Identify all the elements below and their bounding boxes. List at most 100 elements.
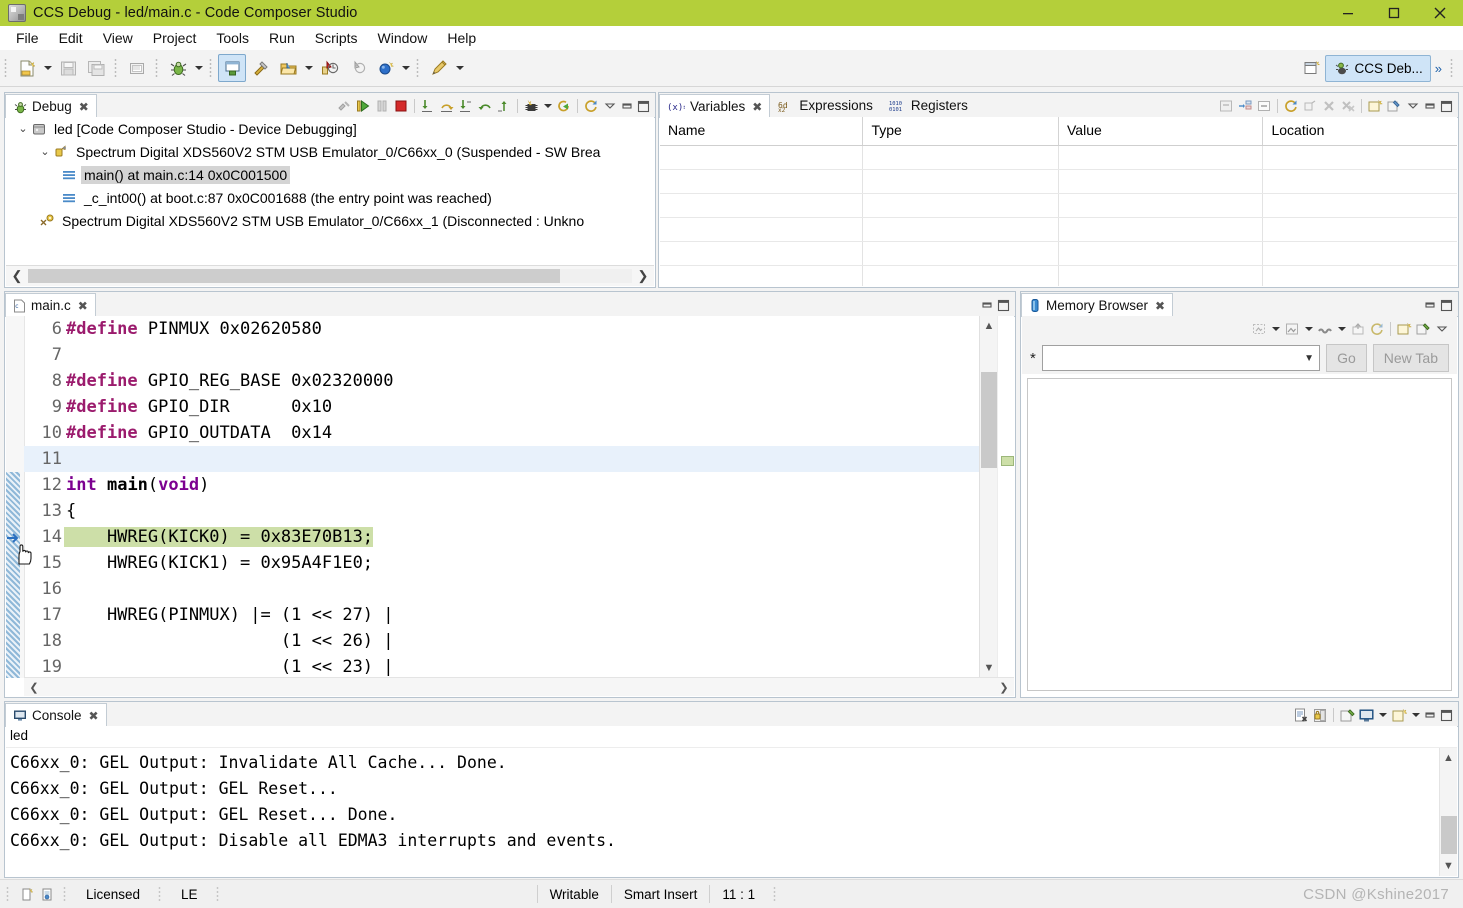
code-line[interactable]: 7: [24, 342, 980, 368]
editor-vertical-scrollbar[interactable]: ▲ ▼: [979, 316, 998, 678]
table-row[interactable]: [660, 146, 1457, 170]
new-view-icon[interactable]: [1395, 320, 1413, 338]
assembly-step-button[interactable]: [495, 97, 513, 115]
toolbar-grip-5[interactable]: [415, 57, 422, 79]
target-config-icon[interactable]: [37, 887, 57, 902]
lock-icon[interactable]: [1311, 706, 1329, 724]
maximize-view-button[interactable]: [996, 297, 1011, 313]
memory-save-dropdown-caret[interactable]: [1302, 316, 1315, 342]
new-button[interactable]: [13, 54, 41, 82]
remove-all-icon[interactable]: [1339, 97, 1357, 115]
maximize-icon[interactable]: [1371, 0, 1417, 26]
tree-row-thread-0[interactable]: ⌄ Spectrum Digital XDS560V2 STM USB Emul…: [6, 140, 654, 163]
column-value[interactable]: Value: [1059, 117, 1264, 145]
table-row[interactable]: [660, 266, 1457, 286]
display-console-dropdown-caret[interactable]: [1376, 702, 1389, 728]
chip-dropdown-caret[interactable]: [541, 93, 554, 119]
perspective-more-button[interactable]: »: [1431, 61, 1446, 76]
scroll-left-icon[interactable]: ❮: [24, 681, 44, 694]
hammer-icon[interactable]: [246, 54, 274, 82]
scroll-track[interactable]: [28, 269, 632, 283]
table-row[interactable]: [660, 218, 1457, 242]
minimize-view-button[interactable]: [980, 297, 995, 313]
memory-fill-icon[interactable]: [1316, 320, 1334, 338]
memory-fill-dropdown-caret[interactable]: [1335, 316, 1348, 342]
close-icon[interactable]: ✖: [1155, 299, 1165, 313]
tab-registers[interactable]: 1010 0101 Registers: [881, 93, 976, 117]
menu-view[interactable]: View: [93, 28, 143, 48]
resume-button[interactable]: [354, 97, 372, 115]
code-line[interactable]: 19 (1 << 23) |: [24, 654, 980, 678]
close-icon[interactable]: ✖: [89, 709, 99, 723]
minimize-icon[interactable]: [1325, 0, 1371, 26]
tab-memory-browser[interactable]: Memory Browser ✖: [1021, 293, 1174, 317]
profile-icon[interactable]: [343, 54, 371, 82]
chevron-down-icon[interactable]: ⌄: [16, 122, 30, 135]
chevron-down-icon[interactable]: ▼: [1299, 353, 1319, 364]
scroll-down-icon[interactable]: ▼: [980, 658, 998, 678]
toolbar-grip[interactable]: [3, 57, 10, 79]
console-vertical-scrollbar[interactable]: ▲ ▼: [1439, 748, 1457, 876]
tree-row-frame-cint00[interactable]: _c_int00() at boot.c:87 0x0C001688 (the …: [6, 186, 654, 209]
memory-view-dropdown-caret[interactable]: [1269, 316, 1282, 342]
table-row[interactable]: [660, 194, 1457, 218]
toolbar-grip-3[interactable]: [154, 57, 161, 79]
code-line[interactable]: 16: [24, 576, 980, 602]
column-type[interactable]: Type: [863, 117, 1059, 145]
open-perspective-icon[interactable]: [1299, 55, 1325, 81]
scroll-thumb[interactable]: [981, 372, 997, 468]
go-button[interactable]: Go: [1326, 344, 1367, 372]
editor-body[interactable]: 6 #define PINMUX 0x02620580 7 8 #define GP…: [6, 316, 1014, 696]
scroll-left-icon[interactable]: ❮: [6, 268, 28, 284]
copy-icon[interactable]: [1385, 97, 1403, 115]
disconnect-button[interactable]: [335, 97, 353, 115]
scroll-up-icon[interactable]: ▲: [980, 316, 998, 336]
tab-main-c[interactable]: c main.c ✖: [5, 293, 96, 317]
code-line[interactable]: 17 HWREG(PINMUX) |= (1 << 27) |: [24, 602, 980, 628]
code-line[interactable]: 10 #define GPIO_OUTDATA 0x14: [24, 420, 980, 446]
debug-tree[interactable]: ⌄ led [Code Composer Studio - Device Deb…: [6, 117, 654, 265]
scroll-right-icon[interactable]: ❯: [632, 268, 654, 284]
collapse-all-button[interactable]: [1217, 97, 1235, 115]
refresh-button[interactable]: [582, 97, 600, 115]
close-icon[interactable]: ✖: [79, 100, 89, 114]
refresh-button[interactable]: [1282, 97, 1300, 115]
menu-file[interactable]: File: [6, 28, 49, 48]
print-button[interactable]: [123, 54, 151, 82]
minimize-view-button[interactable]: [1423, 98, 1438, 114]
toolbar-grip-2[interactable]: [113, 57, 120, 79]
bug-icon[interactable]: [164, 54, 192, 82]
scroll-thumb[interactable]: [28, 269, 560, 283]
blue-sphere-icon[interactable]: [371, 54, 399, 82]
perspective-grip[interactable]: [1449, 57, 1456, 79]
target-dropdown-caret[interactable]: [399, 55, 412, 81]
debug-dropdown-caret[interactable]: [192, 55, 205, 81]
close-icon[interactable]: ✖: [752, 100, 762, 114]
step-over-button[interactable]: [438, 97, 456, 115]
code-line[interactable]: 13{: [24, 498, 980, 524]
step-return-button[interactable]: [457, 97, 475, 115]
close-icon[interactable]: [1417, 0, 1463, 26]
scroll-up-icon[interactable]: ▲: [1440, 748, 1457, 768]
memory-save-icon[interactable]: [1283, 320, 1301, 338]
run-red-icon[interactable]: [315, 54, 343, 82]
toolbar-grip-4[interactable]: [208, 57, 215, 79]
maximize-view-button[interactable]: [636, 98, 651, 114]
code-line[interactable]: 6 #define PINMUX 0x02620580: [24, 316, 980, 342]
maximize-view-button[interactable]: [1439, 707, 1454, 723]
new-dropdown-caret[interactable]: [41, 55, 54, 81]
step-into-button[interactable]: [419, 97, 437, 115]
cast-icon[interactable]: [1301, 97, 1319, 115]
show-type-icon[interactable]: [1236, 97, 1254, 115]
new-view-icon[interactable]: [1366, 97, 1384, 115]
memory-view-icon[interactable]: [1250, 320, 1268, 338]
code-line-current[interactable]: 11: [24, 446, 980, 472]
display-console-icon[interactable]: [1357, 706, 1375, 724]
scroll-down-icon[interactable]: ▼: [1440, 856, 1457, 876]
chip-icon[interactable]: [522, 97, 540, 115]
memory-import-icon[interactable]: [1349, 320, 1367, 338]
clear-console-icon[interactable]: [1292, 706, 1310, 724]
tab-debug[interactable]: Debug ✖: [5, 94, 97, 118]
view-menu-button[interactable]: [1433, 320, 1451, 338]
column-location[interactable]: Location: [1263, 117, 1457, 145]
